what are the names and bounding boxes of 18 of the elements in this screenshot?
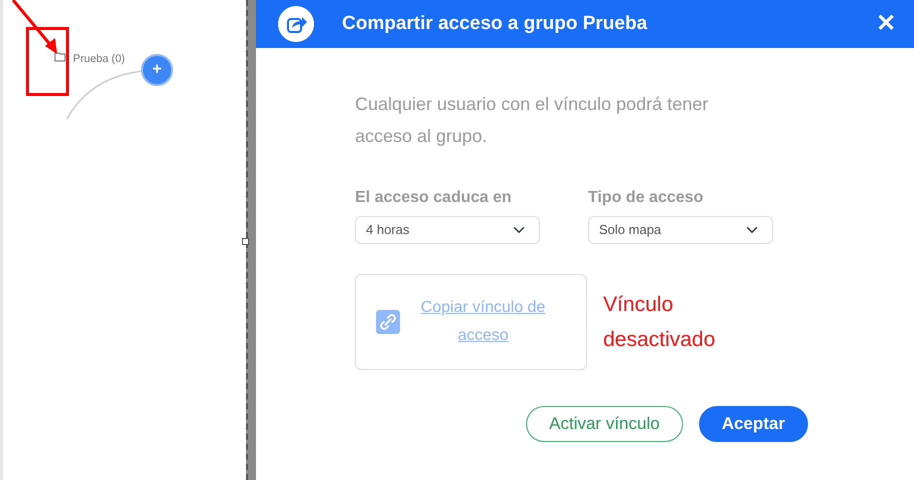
dialog-title: Compartir acceso a grupo Prueba (342, 12, 648, 36)
annotation-arrow (11, 0, 59, 56)
link-icon (376, 308, 400, 336)
field-label: El acceso caduca en (355, 188, 513, 208)
node-label[interactable]: Prueba (0) (73, 51, 125, 68)
dropdown-field[interactable]: Solo mapa (588, 216, 773, 244)
link-status: Vínculo desactivado (603, 292, 716, 353)
dropdown-field[interactable]: 4 horas (355, 216, 540, 244)
description-text: Cualquier usuario con el vínculo podrá tener acceso al grupo. (355, 93, 710, 148)
accept-button[interactable]: Aceptar (698, 406, 808, 442)
annotation-frame (26, 27, 70, 97)
resize-handle[interactable] (242, 238, 249, 245)
add-button[interactable]: + (141, 54, 173, 86)
field-label: Tipo de acceso (588, 188, 704, 208)
close-button[interactable]: ✕ (876, 12, 896, 36)
activate-button[interactable]: Activar vínculo (526, 406, 683, 442)
share-icon (278, 6, 314, 42)
folder-icon (54, 51, 66, 62)
